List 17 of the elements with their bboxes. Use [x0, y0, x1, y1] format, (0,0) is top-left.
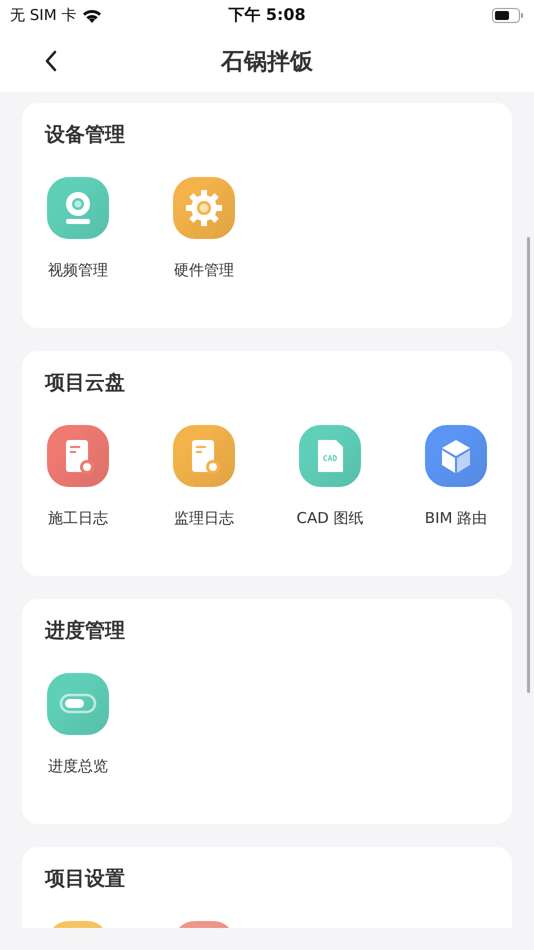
- page-title: 石锅拌饭: [221, 48, 313, 76]
- clock-text: 下午 5:08: [228, 4, 306, 26]
- feature-label[interactable]: BIM 路由: [424, 507, 488, 529]
- feature-label[interactable]: 硬件管理: [174, 259, 234, 281]
- section-title: 进度管理: [45, 617, 126, 644]
- section-title: 项目云盘: [45, 369, 126, 396]
- wifi-icon: [82, 8, 102, 22]
- carrier-text: 无 SIM 卡: [10, 6, 76, 24]
- feature-label[interactable]: 监理日志: [174, 507, 234, 529]
- feature-label[interactable]: 施工日志: [48, 507, 108, 529]
- section-title: 设备管理: [45, 121, 126, 148]
- feature-label[interactable]: 进度总览: [48, 755, 108, 777]
- chevron-icon: [44, 49, 58, 73]
- section-title: 项目设置: [45, 865, 126, 892]
- feature-label[interactable]: CAD 图纸: [296, 507, 364, 529]
- battery-icon: [492, 8, 524, 22]
- feature-label[interactable]: 视频管理: [48, 259, 108, 281]
